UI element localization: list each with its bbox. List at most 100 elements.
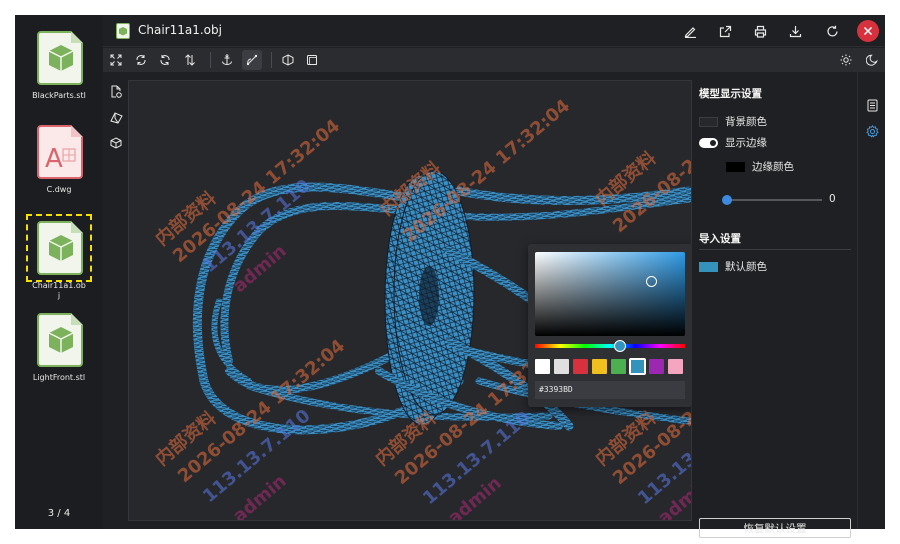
- toolbar-divider: [210, 52, 211, 68]
- thumbnail-c-dwg[interactable]: A C.dwg: [28, 123, 90, 195]
- file-3d-icon: [26, 214, 92, 282]
- settings-panel-button[interactable]: [864, 123, 880, 139]
- swatch-white[interactable]: [535, 359, 550, 374]
- document-panel-button[interactable]: [864, 97, 880, 113]
- swatch-light-gray[interactable]: [554, 359, 569, 374]
- thumbnail-label: BlackParts.stl: [32, 91, 86, 100]
- swatch-yellow[interactable]: [592, 359, 607, 374]
- model-tree-button[interactable]: [107, 134, 125, 152]
- edge-color-row[interactable]: 边缘颜色: [726, 159, 794, 174]
- background-color-label: 背景颜色: [725, 116, 767, 128]
- dark-mode-icon: [866, 54, 878, 66]
- rotate-y-icon: [160, 55, 170, 65]
- thumbnail-label: C.dwg: [46, 185, 72, 194]
- edge-width-slider[interactable]: [722, 195, 822, 205]
- measure-button[interactable]: [242, 50, 262, 70]
- swatch-pink[interactable]: [668, 359, 683, 374]
- file-3d-icon: [116, 23, 130, 39]
- close-button[interactable]: [857, 20, 879, 42]
- background-color-swatch[interactable]: [699, 116, 718, 127]
- thumbnail-chair11a1[interactable]: Chair11a1.obj: [26, 214, 92, 301]
- refresh-icon: [826, 25, 838, 36]
- open-external-button[interactable]: [714, 20, 736, 42]
- edge-color-label: 边缘颜色: [752, 161, 794, 173]
- svg-text:A: A: [45, 144, 63, 174]
- close-icon: [863, 26, 873, 36]
- file-cad-icon: A: [31, 123, 87, 181]
- color-picker-popup: [528, 244, 692, 407]
- measure-icon: [246, 54, 258, 66]
- section-button[interactable]: [107, 108, 125, 126]
- display-settings-title: 模型显示设置: [699, 88, 762, 100]
- right-side-bar: [857, 72, 885, 529]
- viewer-window: BlackParts.stl A C.dwg Chair11a1.obj Lig…: [15, 15, 885, 538]
- rotate-y-button[interactable]: [155, 50, 175, 70]
- file-info-button[interactable]: [107, 82, 125, 100]
- show-edges-label: 显示边缘: [725, 137, 767, 149]
- download-button[interactable]: [784, 20, 806, 42]
- file-3d-icon: [31, 311, 87, 369]
- edge-width-slider-knob[interactable]: [722, 195, 732, 205]
- anchor-icon: [222, 54, 232, 65]
- default-color-row[interactable]: 默认颜色: [699, 259, 767, 274]
- swatch-red[interactable]: [573, 359, 588, 374]
- flip-button[interactable]: [180, 50, 200, 70]
- thumbnail-blackparts[interactable]: BlackParts.stl: [28, 29, 90, 101]
- print-icon: [754, 25, 766, 38]
- section-icon: [109, 111, 123, 124]
- shading-button[interactable]: [278, 50, 298, 70]
- hue-slider[interactable]: [535, 340, 685, 352]
- background-color-row[interactable]: 背景颜色: [699, 114, 767, 129]
- anchor-button[interactable]: [217, 50, 237, 70]
- swatch-blue[interactable]: [629, 358, 646, 375]
- color-picker-handle[interactable]: [646, 276, 657, 287]
- rotate-x-icon: [136, 55, 146, 65]
- open-external-icon: [719, 25, 731, 37]
- gear-icon: [865, 124, 879, 138]
- fit-view-button[interactable]: [106, 50, 126, 70]
- edit-icon: [684, 26, 696, 38]
- thumbnail-label: Chair11a1.obj: [32, 281, 86, 300]
- thumbnail-label: LightFront.stl: [32, 373, 86, 382]
- toolbar-divider: [271, 52, 272, 68]
- default-color-swatch[interactable]: [699, 261, 718, 272]
- preset-swatches: [535, 358, 687, 375]
- fit-view-icon: [110, 54, 122, 66]
- titlebar: Chair11a1.obj: [103, 15, 885, 47]
- hex-color-input[interactable]: [535, 381, 685, 399]
- show-edges-toggle[interactable]: [699, 137, 718, 148]
- wireframe-icon: [307, 55, 317, 65]
- saturation-value-area[interactable]: [535, 252, 685, 336]
- swatch-purple[interactable]: [649, 359, 664, 374]
- hue-slider-handle[interactable]: [614, 340, 626, 352]
- file-3d-icon: [31, 29, 87, 87]
- section-divider: [699, 249, 851, 250]
- flip-icon: [185, 54, 195, 66]
- thumbnail-lightfront[interactable]: LightFront.stl: [28, 311, 90, 383]
- side-toolbar: [103, 72, 128, 529]
- thumbnail-strip: BlackParts.stl A C.dwg Chair11a1.obj Lig…: [15, 15, 103, 529]
- light-toggle-button[interactable]: [836, 50, 856, 70]
- swatch-green[interactable]: [611, 359, 626, 374]
- edge-color-swatch[interactable]: [726, 161, 745, 172]
- dark-mode-button[interactable]: [862, 50, 882, 70]
- cube-icon: [110, 137, 122, 149]
- light-icon: [840, 54, 852, 66]
- wireframe-button[interactable]: [302, 50, 322, 70]
- document-icon: [867, 99, 877, 111]
- refresh-button[interactable]: [821, 20, 843, 42]
- reset-defaults-button[interactable]: 恢复默认设置: [699, 518, 851, 538]
- shading-icon: [282, 54, 294, 66]
- edge-width-value: 0: [829, 193, 836, 205]
- default-color-label: 默认颜色: [725, 261, 767, 273]
- viewer-toolbar: [103, 48, 885, 72]
- import-settings-title: 导入设置: [699, 233, 741, 245]
- settings-panel: 模型显示设置 背景颜色 显示边缘 边缘颜色 0 导入设置 默认颜色 恢复默认设置: [692, 72, 857, 538]
- show-edges-row[interactable]: 显示边缘: [699, 135, 767, 150]
- page-counter: 3 / 4: [47, 508, 71, 519]
- file-info-icon: [111, 85, 122, 98]
- edit-button[interactable]: [679, 20, 701, 42]
- print-button[interactable]: [749, 20, 771, 42]
- file-title: Chair11a1.obj: [138, 23, 222, 37]
- rotate-x-button[interactable]: [131, 50, 151, 70]
